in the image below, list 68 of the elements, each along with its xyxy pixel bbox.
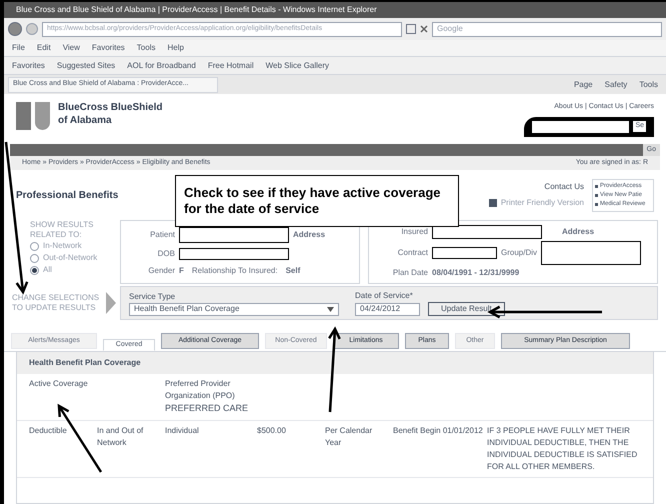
field-label: Address: [562, 226, 594, 238]
callout-box: Check to see if they have active coverage for the date of service: [175, 175, 459, 227]
field-label: Patient: [149, 229, 175, 242]
field-label: Group/Div: [501, 247, 538, 259]
table-title: Health Benefit Plan Coverage: [29, 357, 141, 369]
table-cell: Benefit Begin 01/01/2012: [393, 424, 483, 436]
radio-button[interactable]: [30, 242, 39, 250]
field-value: Self: [286, 264, 300, 277]
field-label: Address: [293, 229, 326, 242]
table-cell-text: Preferred Provider Organization (PPO): [165, 378, 236, 402]
close-icon[interactable]: [420, 25, 428, 33]
field-label: DOB: [156, 248, 175, 260]
menu-item[interactable]: Tools: [136, 42, 156, 54]
contact-us-link[interactable]: Contact Us: [544, 181, 584, 193]
table-cell-text: PREFERRED CARE: [165, 402, 250, 415]
service-type-dropdown[interactable]: Health Benefit Plan Coverage: [129, 302, 339, 316]
table-cell-text: $500.00: [257, 424, 287, 436]
bullet-icon: [595, 184, 598, 188]
chevron-icon: [106, 292, 116, 314]
menu-item[interactable]: Favorites: [92, 42, 125, 54]
date-field[interactable]: 04/24/2012: [355, 302, 420, 316]
field-value: F: [179, 264, 184, 277]
favorites-link[interactable]: Free Hotmail: [208, 60, 254, 72]
field-label: Service Type: [129, 290, 176, 302]
field-label: Relationship To Insured:: [192, 264, 278, 277]
bullet-icon: [595, 202, 598, 206]
field-label: Insured: [400, 226, 428, 238]
logo-text: of Alabama: [58, 114, 113, 127]
logo-icon: [16, 102, 50, 132]
table-cell-text: Per Calendar Year: [325, 424, 374, 448]
redaction-box: [432, 247, 497, 259]
menu-item[interactable]: File: [12, 42, 25, 54]
site-search-field[interactable]: [532, 120, 630, 132]
favorites-link[interactable]: AOL for Broadband: [127, 60, 196, 72]
caret-icon: [327, 306, 334, 312]
radio-label: All: [43, 264, 52, 276]
change-selections-label: CHANGE SELECTIONS TO UPDATE RESULTS: [12, 293, 100, 313]
command-menu[interactable]: Tools: [639, 78, 658, 90]
field-value: 08/04/1991 - 12/31/9999: [432, 267, 520, 279]
radio-label: Out-of-Network: [43, 252, 98, 264]
table-cell-text: IF 3 PEOPLE HAVE FULLY MET THEIR INDIVIDUAL DEDUCTIBLE, THEN THE INDIVIDUAL DEDUCTIBLE IS SATISFIED FOR ALL OTHER MEMBERS.: [487, 424, 638, 472]
table-cell-text: In and Out of Network: [97, 424, 144, 448]
favorites-link[interactable]: Favorites: [12, 60, 45, 72]
field-label: Contract: [396, 247, 428, 259]
radio-button[interactable]: [30, 266, 39, 274]
show-results-label: SHOW RESULTS RELATED TO:: [30, 220, 94, 240]
command-menu[interactable]: Page: [574, 78, 593, 90]
page-heading: Professional Benefits: [16, 188, 118, 202]
field-label: Date of Service*: [355, 290, 414, 302]
favorites-link[interactable]: Suggested Sites: [56, 60, 116, 72]
radio-button[interactable]: [30, 254, 39, 262]
window-title: Blue Cross and Blue Shield of Alabama | ProviderAccess | Benefit Details - Windows Internet Explorer: [16, 4, 377, 16]
menu-item[interactable]: Help: [167, 42, 184, 54]
logo-text: BlueCross BlueShield: [58, 102, 162, 114]
favorites-link[interactable]: Web Slice Gallery: [266, 60, 330, 72]
back-icon[interactable]: [8, 22, 22, 36]
table-cell-text: Active Coverage: [29, 378, 89, 390]
forward-icon[interactable]: [26, 23, 38, 35]
update-result-button[interactable]: Update Result: [428, 302, 505, 316]
menu-item[interactable]: Edit: [36, 42, 51, 54]
table-cell-text: Deductible: [29, 424, 68, 436]
menu-item[interactable]: View: [62, 42, 80, 54]
table-cell-text: Individual: [165, 424, 200, 436]
field-label: Plan Date: [392, 267, 428, 279]
field-label: Gender: [147, 264, 175, 277]
radio-label: In-Network: [43, 240, 82, 252]
bullet-icon: [595, 194, 598, 196]
command-menu[interactable]: Safety: [604, 78, 628, 90]
